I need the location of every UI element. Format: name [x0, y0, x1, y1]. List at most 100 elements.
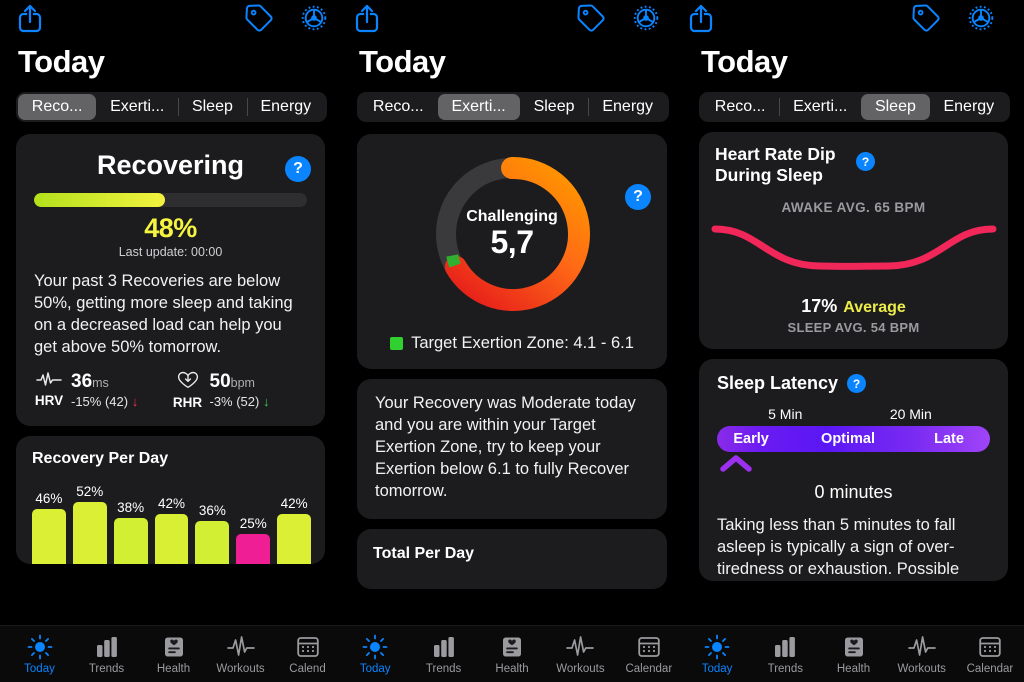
tabbar-label-health: Health — [156, 662, 191, 675]
tabbar-label-trends: Trends — [767, 662, 803, 675]
bars-icon — [433, 636, 454, 657]
tabbar-label-health: Health — [836, 662, 871, 675]
tabbar-item-calendar[interactable]: Calendar — [956, 634, 1024, 675]
tabbar-item-today[interactable]: Today — [341, 634, 409, 675]
awake-avg-label: AWAKE AVG. 65 BPM — [781, 200, 926, 215]
share-icon[interactable] — [353, 3, 381, 33]
caret-up-icon — [720, 455, 752, 472]
metric-rhr-unit: bpm — [230, 375, 255, 390]
recovering-header: Recovering ? — [16, 134, 325, 191]
tabbar-item-workouts[interactable]: Workouts — [207, 634, 274, 675]
segmented-control-sleep[interactable]: Reco... Exerti... Sleep Energy — [699, 92, 1010, 122]
tag-icon[interactable] — [911, 3, 941, 33]
tabbar-item-trends[interactable]: Trends — [751, 634, 819, 675]
sleep-latency-tick-5min: 5 Min — [768, 406, 803, 422]
share-icon[interactable] — [16, 3, 44, 33]
tabbar-item-health[interactable]: Health — [478, 634, 546, 675]
tabbar-label-calendar: Calendar — [625, 662, 673, 675]
exertion-ring-svg — [436, 156, 590, 311]
tab-energy[interactable]: Energy — [246, 94, 325, 120]
page-title: Today — [701, 44, 788, 79]
metric-rhr-value: 50bpm — [210, 371, 270, 393]
help-icon[interactable]: ? — [847, 374, 867, 393]
recovery-advice-text: Your past 3 Recoveries are below 50%, ge… — [34, 272, 293, 356]
hrv-waveform-icon — [36, 372, 62, 391]
metric-hrv-left: HRV — [32, 371, 66, 408]
tabbar-label-health: Health — [495, 662, 529, 675]
heart-rate-dip-header: Heart Rate Dip During Sleep ? — [699, 132, 1008, 186]
metric-rhr-delta: -3% (52) — [209, 393, 260, 409]
tab-recovery[interactable]: Reco... — [701, 94, 779, 120]
calendar-icon — [979, 636, 1001, 657]
bar — [154, 513, 189, 564]
tab-recovery[interactable]: Reco... — [359, 94, 438, 120]
waveform-icon — [226, 635, 255, 656]
dip-rating: Average — [843, 299, 906, 316]
gear-icon[interactable] — [966, 3, 996, 33]
recovery-progress-fill — [34, 193, 166, 207]
tab-sleep[interactable]: Sleep — [861, 94, 930, 120]
calendar-icon — [638, 636, 660, 657]
segmented-control-recovery[interactable]: Reco... Exerti... Sleep Energy — [16, 92, 327, 122]
tab-sleep[interactable]: Sleep — [178, 94, 247, 120]
metric-hrv-unit: ms — [92, 375, 109, 390]
gear-icon[interactable] — [631, 3, 661, 33]
sleep-latency-description: Taking less than 5 minutes to fall aslee… — [717, 516, 960, 578]
metric-rhr-right: 50bpm -3% (52) ↓ — [205, 371, 270, 409]
tag-icon[interactable] — [244, 3, 274, 33]
bar-column: 46% — [32, 478, 66, 564]
tabbar-item-workouts[interactable]: Workouts — [546, 634, 614, 675]
calendar-icon — [296, 636, 319, 657]
metric-hrv-sub: -15% (42) ↓ — [71, 394, 138, 409]
bars-icon — [775, 636, 796, 657]
tag-icon[interactable] — [576, 3, 606, 33]
recovery-per-day-title: Recovery Per Day — [32, 449, 169, 467]
sleep-latency-bar[interactable]: Early Optimal Late — [717, 426, 990, 452]
target-zone-row: Target Exertion Zone: 4.1 - 6.1 — [357, 324, 667, 353]
tab-exertion[interactable]: Exerti... — [96, 94, 178, 120]
tabbar-item-today[interactable]: Today — [6, 634, 73, 675]
tabbar-item-health[interactable]: Health — [140, 634, 207, 675]
tab-energy[interactable]: Energy — [588, 94, 667, 120]
sleep-latency-tick-20min: 20 Min — [889, 406, 932, 422]
tab-bar[interactable]: Today Trends Health Workouts Calendar — [683, 625, 1024, 682]
tabbar-item-calendar[interactable]: Calendar — [615, 634, 683, 675]
dip-percent: 17% — [801, 296, 838, 316]
total-per-day-card: Total Per Day — [357, 528, 667, 589]
tabbar-item-health[interactable]: Health — [819, 634, 887, 675]
tab-energy[interactable]: Energy — [930, 94, 1008, 120]
sun-icon — [362, 634, 388, 659]
tab-sleep[interactable]: Sleep — [520, 94, 589, 120]
exertion-ring-card: ? Challenging 5,7 Target Exertion Zone: … — [357, 134, 667, 369]
heart-rate-dip-chart — [699, 215, 1008, 284]
gear-icon[interactable] — [299, 3, 329, 33]
tab-recovery[interactable]: Reco... — [18, 94, 97, 120]
exertion-ring: Challenging 5,7 — [357, 144, 667, 324]
tabbar-label-workouts: Workouts — [556, 662, 605, 675]
tabbar-item-trends[interactable]: Trends — [409, 634, 477, 675]
tab-bar[interactable]: Today Trends Health Workouts Calend — [0, 625, 341, 682]
tabbar-label-calendar: Calend — [289, 662, 326, 675]
tabbar-item-today[interactable]: Today — [683, 634, 751, 675]
bar-column: 52% — [72, 478, 107, 564]
recovery-progress-bar — [34, 193, 307, 207]
tabbar-item-calendar[interactable]: Calend — [274, 634, 341, 675]
target-zone-text: Target Exertion Zone: 4.1 - 6.1 — [411, 334, 634, 352]
tabbar-label-today: Today — [359, 662, 391, 675]
segmented-control-exertion[interactable]: Reco... Exerti... Sleep Energy — [357, 92, 669, 122]
tabbar-item-workouts[interactable]: Workouts — [888, 634, 956, 675]
exertion-advice-card: Your Recovery was Moderate today and you… — [357, 379, 667, 519]
tabbar-item-trends[interactable]: Trends — [73, 634, 140, 675]
help-icon[interactable]: ? — [285, 156, 311, 182]
tab-exertion[interactable]: Exerti... — [437, 94, 520, 120]
metric-hrv-number: 36 — [71, 370, 93, 392]
tab-exertion[interactable]: Exerti... — [779, 94, 861, 120]
tab-bar[interactable]: Today Trends Health Workouts Calendar — [341, 625, 683, 682]
tabbar-label-trends: Trends — [88, 662, 125, 675]
metric-rhr-sub: -3% (52) ↓ — [210, 394, 270, 409]
heart-rate-dip-stats: 17% Average SLEEP AVG. 54 BPM — [699, 284, 1008, 335]
bar-label: 25% — [239, 515, 267, 531]
share-icon[interactable] — [687, 3, 715, 33]
recovery-percent: 48% — [144, 213, 197, 243]
help-icon[interactable]: ? — [856, 152, 875, 171]
